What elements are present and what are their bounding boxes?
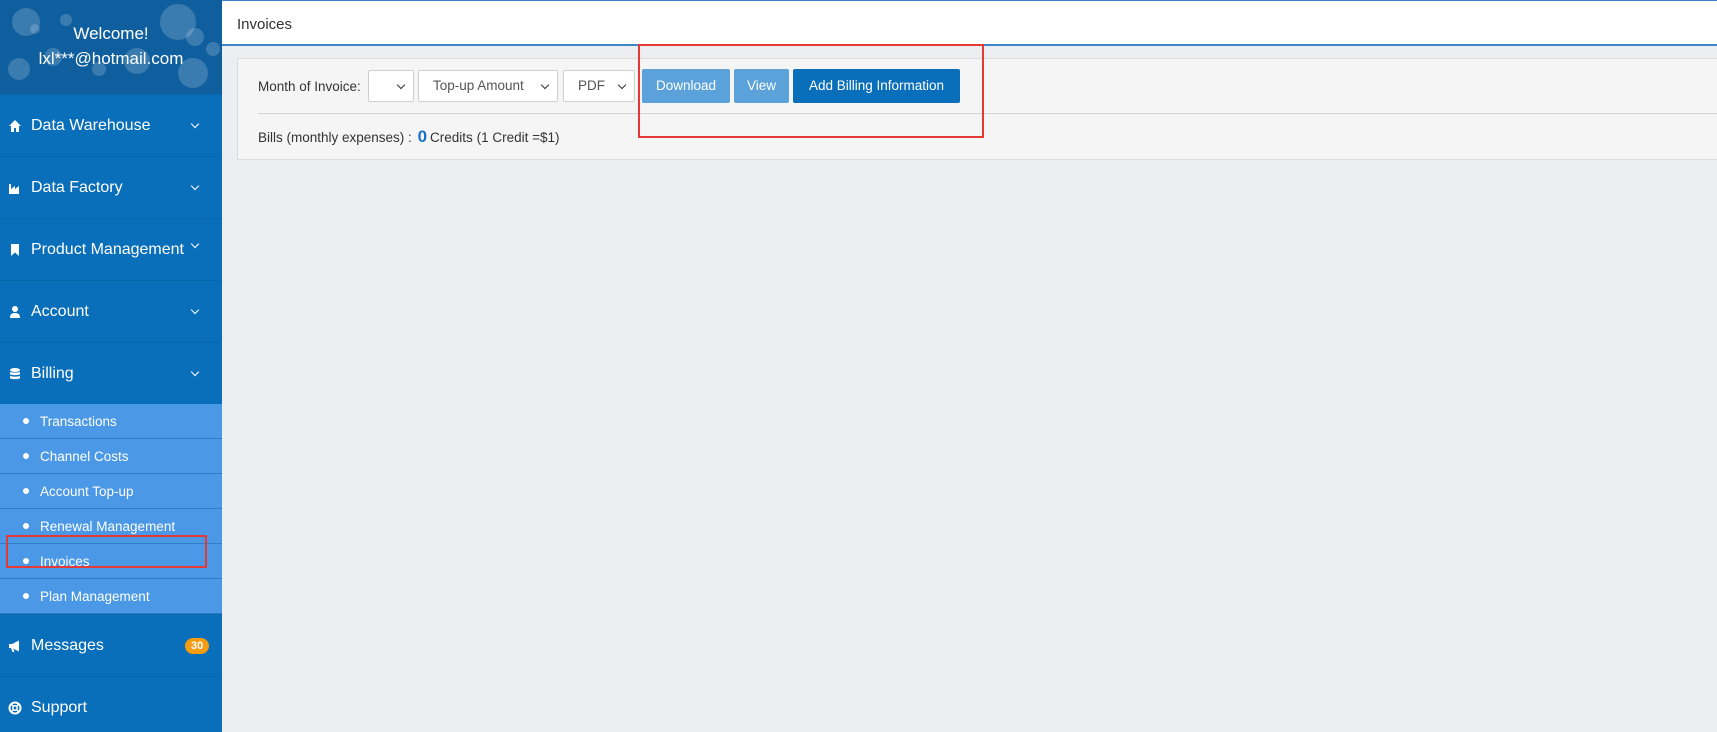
sidebar-item-label: Support — [31, 698, 88, 716]
format-value: PDF — [578, 78, 605, 93]
factory-icon — [9, 183, 19, 194]
sidebar-item-label: Product Management — [31, 240, 184, 258]
user-icon — [10, 305, 20, 318]
user-email: lxl***@hotmail.com — [38, 49, 184, 68]
sidebar-item-label: Data Warehouse — [31, 116, 151, 134]
bullet-icon — [23, 523, 29, 529]
subitem-label: Account Top-up — [40, 483, 134, 499]
chevron-down-icon — [617, 80, 627, 90]
chevron-down-icon — [396, 80, 406, 90]
sidebar-item-label: Account — [31, 302, 89, 320]
sidebar-item-label: Messages — [31, 636, 104, 654]
sidebar-item-messages[interactable]: Messages 30 — [0, 614, 222, 676]
chevron-down-icon — [190, 367, 200, 376]
format-select[interactable]: PDF — [563, 70, 635, 102]
panel-divider — [258, 113, 1717, 114]
month-select[interactable] — [368, 70, 414, 102]
sidebar-item-label: Data Factory — [31, 178, 123, 196]
sidebar-subitem-renewal-management[interactable]: Renewal Management — [0, 509, 222, 544]
subitem-label: Transactions — [40, 413, 117, 429]
subitem-label: Channel Costs — [40, 448, 129, 464]
bills-unit: Credits — [430, 130, 473, 145]
bullet-icon — [23, 453, 29, 459]
subitem-label: Renewal Management — [40, 518, 176, 534]
sidebar-item-account[interactable]: Account — [0, 280, 222, 342]
amount-type-select[interactable]: Top-up Amount — [418, 70, 558, 102]
sidebar-subitem-transactions[interactable]: Transactions — [0, 404, 222, 439]
view-button[interactable]: View — [734, 69, 789, 103]
home-icon — [9, 119, 21, 132]
chevron-down-icon — [190, 305, 200, 314]
add-billing-information-button[interactable]: Add Billing Information — [793, 69, 960, 103]
sidebar-item-data-factory[interactable]: Data Factory — [0, 156, 222, 218]
sidebar-subitem-channel-costs[interactable]: Channel Costs — [0, 439, 222, 474]
bullet-icon — [23, 593, 29, 599]
messages-count-badge: 30 — [185, 637, 210, 654]
download-button[interactable]: Download — [642, 69, 730, 103]
amount-type-value: Top-up Amount — [433, 78, 524, 93]
chevron-down-icon — [190, 239, 200, 248]
subitem-label: Invoices — [40, 553, 90, 569]
database-icon — [10, 367, 20, 379]
bullet-icon — [23, 558, 29, 564]
billing-submenu: Transactions Channel Costs Account Top-u… — [0, 404, 222, 614]
sidebar-subitem-invoices[interactable]: Invoices — [0, 544, 222, 579]
page-title: Invoices — [237, 16, 293, 33]
invoice-filter-panel: Month of Invoice: Top-up Amount PDF Down… — [237, 58, 1717, 160]
bills-note: (1 Credit =$1) — [476, 130, 560, 145]
lifebuoy-icon — [8, 701, 22, 714]
chevron-down-icon — [540, 80, 550, 90]
sidebar-item-label: Billing — [31, 364, 74, 382]
sidebar-subitem-plan-management[interactable]: Plan Management — [0, 579, 222, 614]
sidebar-item-product-management[interactable]: Product Management — [0, 218, 222, 280]
chevron-down-icon — [190, 181, 200, 190]
bills-amount: 0 — [417, 127, 428, 146]
subitem-label: Plan Management — [40, 588, 150, 604]
megaphone-icon — [9, 640, 19, 652]
bullet-icon — [23, 418, 29, 424]
sidebar-subitem-account-top-up[interactable]: Account Top-up — [0, 474, 222, 509]
welcome-text: Welcome! — [73, 24, 149, 43]
bullet-icon — [23, 488, 29, 494]
chevron-down-icon — [190, 119, 200, 128]
bookmark-icon — [11, 243, 19, 256]
profile-header: Welcome! lxl***@hotmail.com — [0, 0, 222, 94]
sidebar-item-billing[interactable]: Billing — [0, 342, 222, 404]
page-header: Invoices — [222, 0, 1717, 46]
month-of-invoice-label: Month of Invoice: — [258, 79, 361, 94]
sidebar: Welcome! lxl***@hotmail.com Data Warehou… — [0, 0, 222, 732]
bills-label: Bills (monthly expenses) : — [258, 130, 412, 145]
bills-summary: Bills (monthly expenses) : 0 Credits (1 C… — [258, 127, 560, 147]
sidebar-item-support[interactable]: Support — [0, 676, 222, 732]
sidebar-item-data-warehouse[interactable]: Data Warehouse — [0, 94, 222, 156]
